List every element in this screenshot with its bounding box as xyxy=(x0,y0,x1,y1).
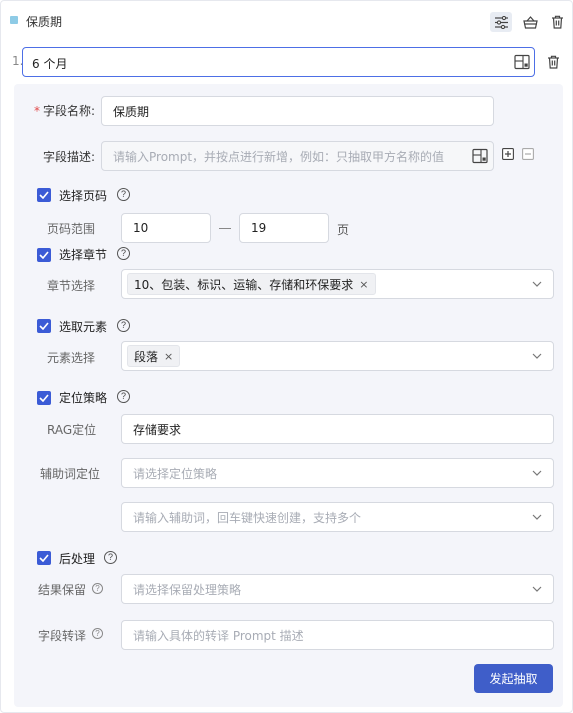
aux-strategy-select[interactable]: 请选择定位策略 xyxy=(121,458,554,488)
start-extraction-button[interactable]: 发起抽取 xyxy=(474,664,553,693)
field-name-label: * 字段名称: xyxy=(33,104,95,118)
required-mark: * xyxy=(33,104,40,118)
element-select[interactable]: 段落 × xyxy=(121,341,554,371)
post-section-checkbox[interactable] xyxy=(37,551,51,565)
chevron-down-icon xyxy=(532,353,542,359)
chevron-down-icon xyxy=(532,586,542,592)
keep-placeholder: 请选择保留处理策略 xyxy=(133,582,242,597)
element-help-icon[interactable]: ? xyxy=(117,319,130,332)
remove-tag-icon[interactable]: × xyxy=(359,278,368,291)
card-header: 保质期 xyxy=(1,1,573,41)
rag-input[interactable]: 存储要求 xyxy=(121,414,554,444)
post-section-title: 后处理 xyxy=(59,552,96,566)
keep-help-icon[interactable]: ? xyxy=(92,583,103,594)
value-input[interactable]: 6 个月 xyxy=(22,47,535,77)
value-delete-icon[interactable] xyxy=(544,53,562,71)
keep-strategy-select[interactable]: 请选择保留处理策略 xyxy=(121,574,554,604)
page-unit: 页 xyxy=(337,223,350,237)
chevron-down-icon xyxy=(532,470,542,476)
field-desc-input[interactable]: 请输入Prompt，并按点进行新增，例如：只抽取甲方名称的值 xyxy=(101,141,494,171)
translate-placeholder: 请输入具体的转译 Prompt 描述 xyxy=(133,628,304,643)
page-to-input[interactable]: 19 xyxy=(239,213,329,243)
field-desc-placeholder: 请输入Prompt，并按点进行新增，例如：只抽取甲方名称的值 xyxy=(113,149,445,164)
desc-locate-icon[interactable] xyxy=(472,148,488,164)
aux-words-placeholder: 请输入辅助词，回车键快速创建，支持多个 xyxy=(133,510,362,525)
translate-label: 字段转译 xyxy=(38,629,87,643)
element-section-title: 选取元素 xyxy=(59,320,108,334)
element-select-label: 元素选择 xyxy=(47,351,96,365)
post-help-icon[interactable]: ? xyxy=(104,551,117,564)
locate-help-icon[interactable]: ? xyxy=(117,390,130,403)
page-from-input[interactable]: 10 xyxy=(121,213,211,243)
trash-icon[interactable] xyxy=(547,12,567,32)
element-tag: 段落 × xyxy=(127,345,181,367)
value-text: 6 个月 xyxy=(32,57,68,71)
element-section-checkbox[interactable] xyxy=(37,319,51,333)
chevron-down-icon xyxy=(532,281,542,287)
card-title: 保质期 xyxy=(26,15,63,29)
page-help-icon[interactable]: ? xyxy=(117,188,130,201)
chapter-section-title: 选择章节 xyxy=(59,248,108,262)
aux-words-select[interactable]: 请输入辅助词，回车键快速创建，支持多个 xyxy=(121,502,554,532)
keep-label: 结果保留 xyxy=(38,583,87,597)
chapter-section-checkbox[interactable] xyxy=(37,248,51,262)
locate-section-title: 定位策略 xyxy=(59,391,108,405)
aux-strategy-placeholder: 请选择定位策略 xyxy=(133,466,218,481)
add-desc-icon[interactable] xyxy=(502,148,514,160)
range-separator xyxy=(219,228,231,229)
field-desc-label: 字段描述: xyxy=(42,150,95,164)
aux-label: 辅助词定位 xyxy=(40,467,101,481)
field-color-marker xyxy=(10,16,18,24)
rag-label: RAG定位 xyxy=(47,423,97,437)
remove-desc-icon[interactable] xyxy=(522,148,534,160)
remove-tag-icon[interactable]: × xyxy=(164,350,173,363)
page-range-label: 页码范围 xyxy=(47,222,96,236)
chapter-help-icon[interactable]: ? xyxy=(117,247,130,260)
sliders-icon[interactable] xyxy=(490,12,512,32)
chapter-tag: 10、包装、标识、运输、存储和环保要求 × xyxy=(127,273,376,295)
field-name-input[interactable]: 保质期 xyxy=(101,96,494,126)
translate-help-icon[interactable]: ? xyxy=(92,628,103,639)
chapter-select-label: 章节选择 xyxy=(47,279,96,293)
chapter-select[interactable]: 10、包装、标识、运输、存储和环保要求 × xyxy=(121,269,554,299)
basket-icon[interactable] xyxy=(520,12,540,32)
page-section-title: 选择页码 xyxy=(59,189,108,203)
chevron-down-icon xyxy=(532,514,542,520)
translate-input[interactable]: 请输入具体的转译 Prompt 描述 xyxy=(121,620,554,650)
locate-source-icon[interactable] xyxy=(514,54,530,70)
page-section-checkbox[interactable] xyxy=(37,188,51,202)
locate-section-checkbox[interactable] xyxy=(37,391,51,405)
